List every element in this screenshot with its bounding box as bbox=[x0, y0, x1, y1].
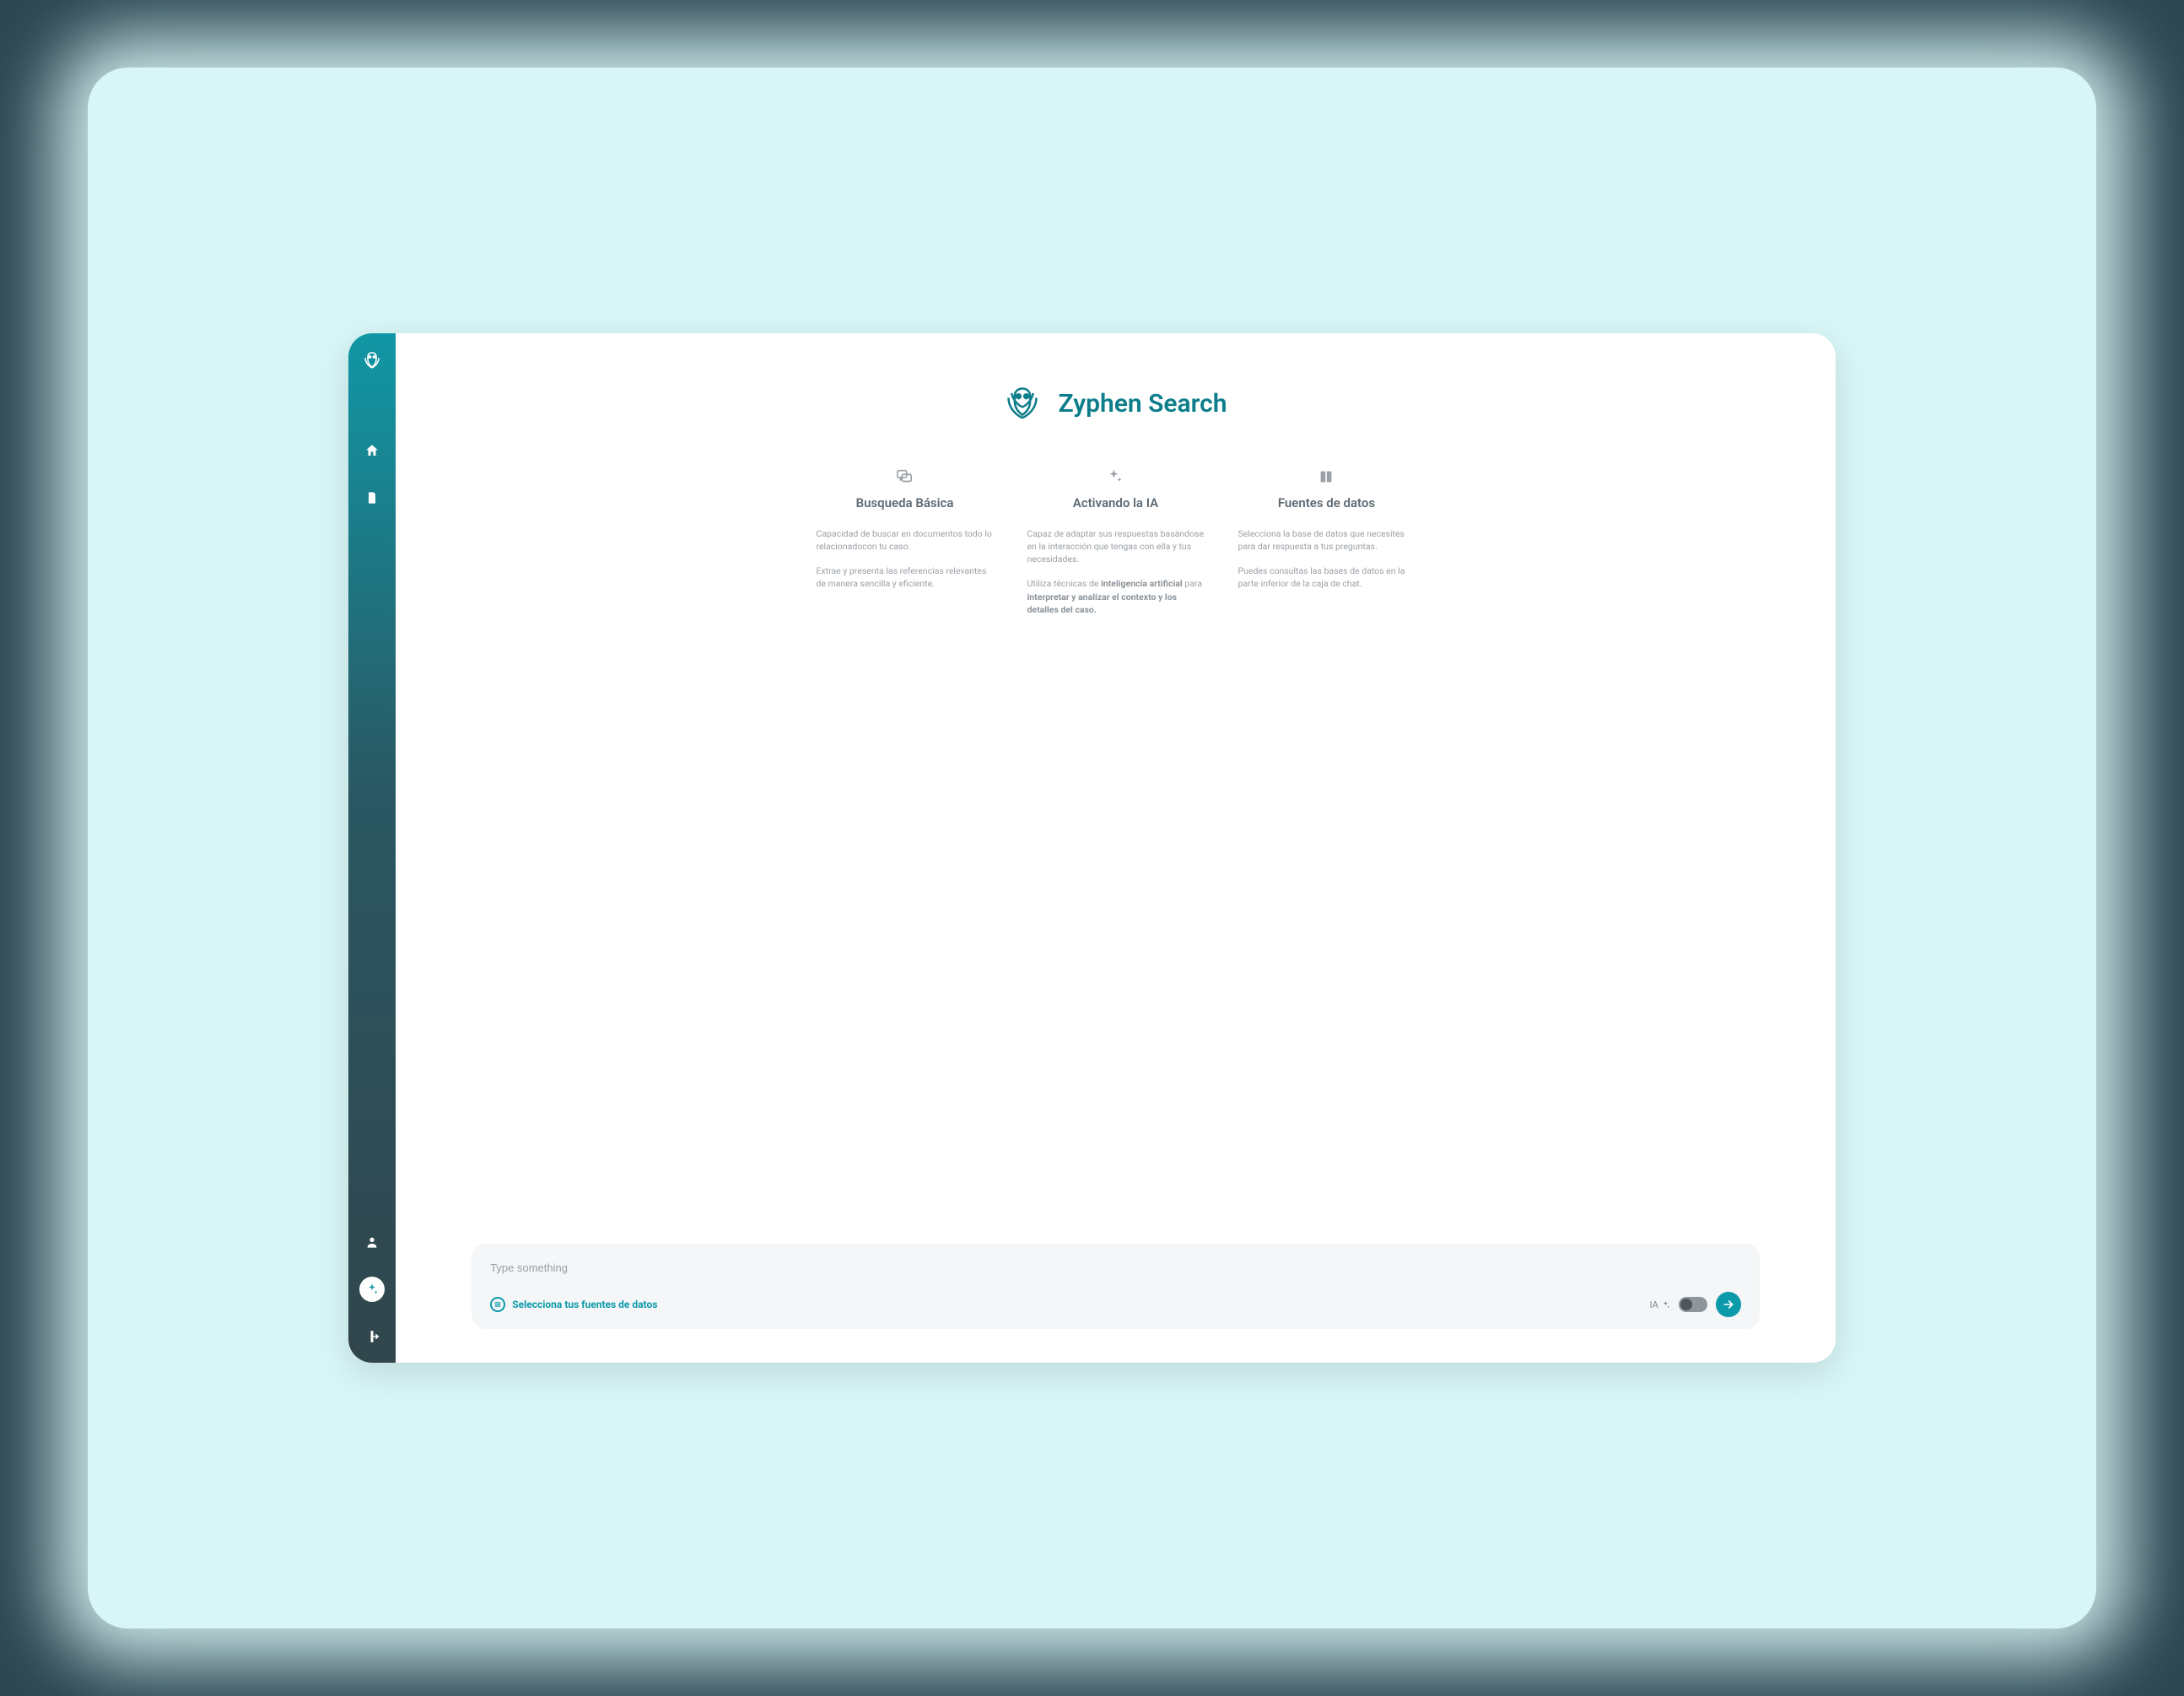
hero: Zyphen Search bbox=[472, 384, 1760, 424]
background-halo: Zyphen Search Busqueda Básica Capacidad … bbox=[88, 68, 2097, 1628]
feature-text: Puedes consultas las bases de datos en l… bbox=[1238, 564, 1415, 590]
sidebar bbox=[348, 333, 396, 1363]
feature-title: Fuentes de datos bbox=[1278, 495, 1375, 510]
feature-title: Busqueda Básica bbox=[856, 495, 954, 510]
feature-data-sources: Fuentes de datos Selecciona la base de d… bbox=[1238, 467, 1415, 628]
feature-title: Activando la IA bbox=[1073, 495, 1158, 510]
send-button[interactable] bbox=[1716, 1292, 1741, 1317]
page-title: Zyphen Search bbox=[1058, 389, 1227, 419]
sidebar-item-home[interactable] bbox=[363, 441, 381, 460]
chat-toolbar: Selecciona tus fuentes de datos IA bbox=[490, 1292, 1741, 1317]
ia-toggle[interactable] bbox=[1679, 1297, 1707, 1312]
chat-bubbles-icon bbox=[895, 467, 914, 487]
data-sources-label: Selecciona tus fuentes de datos bbox=[512, 1299, 657, 1310]
chat-box: Selecciona tus fuentes de datos IA bbox=[472, 1244, 1760, 1329]
select-data-sources-button[interactable]: Selecciona tus fuentes de datos bbox=[490, 1297, 657, 1312]
feature-text: Selecciona la base de datos que necesite… bbox=[1238, 527, 1415, 553]
database-icon bbox=[490, 1297, 505, 1312]
sidebar-nav-bottom bbox=[359, 1233, 385, 1346]
sidebar-item-user[interactable] bbox=[363, 1233, 381, 1251]
feature-text: Capacidad de buscar en documentos todo l… bbox=[816, 527, 993, 553]
columns-icon bbox=[1318, 467, 1335, 487]
feature-text: Extrae y presenta las referencias releva… bbox=[816, 564, 993, 590]
chat-input[interactable] bbox=[490, 1261, 1741, 1274]
app-window: Zyphen Search Busqueda Básica Capacidad … bbox=[348, 333, 1836, 1363]
sidebar-item-document[interactable] bbox=[363, 489, 381, 507]
main-content: Zyphen Search Busqueda Básica Capacidad … bbox=[396, 333, 1836, 1363]
ia-toggle-label: IA bbox=[1650, 1299, 1670, 1310]
sidebar-item-sparkle-active[interactable] bbox=[359, 1277, 385, 1302]
feature-text: Utiliza técnicas de inteligencia artific… bbox=[1027, 577, 1204, 616]
sparkle-icon bbox=[1107, 467, 1124, 487]
sidebar-nav-top bbox=[363, 441, 381, 507]
sidebar-item-logout[interactable] bbox=[363, 1327, 381, 1346]
app-logo-icon bbox=[362, 350, 382, 374]
feature-row: Busqueda Básica Capacidad de buscar en d… bbox=[472, 467, 1760, 628]
feature-basic-search: Busqueda Básica Capacidad de buscar en d… bbox=[816, 467, 993, 628]
feature-ai: Activando la IA Capaz de adaptar sus res… bbox=[1027, 467, 1204, 628]
feature-text: Capaz de adaptar sus respuestas basándos… bbox=[1027, 527, 1204, 566]
hero-owl-icon bbox=[1004, 384, 1041, 424]
